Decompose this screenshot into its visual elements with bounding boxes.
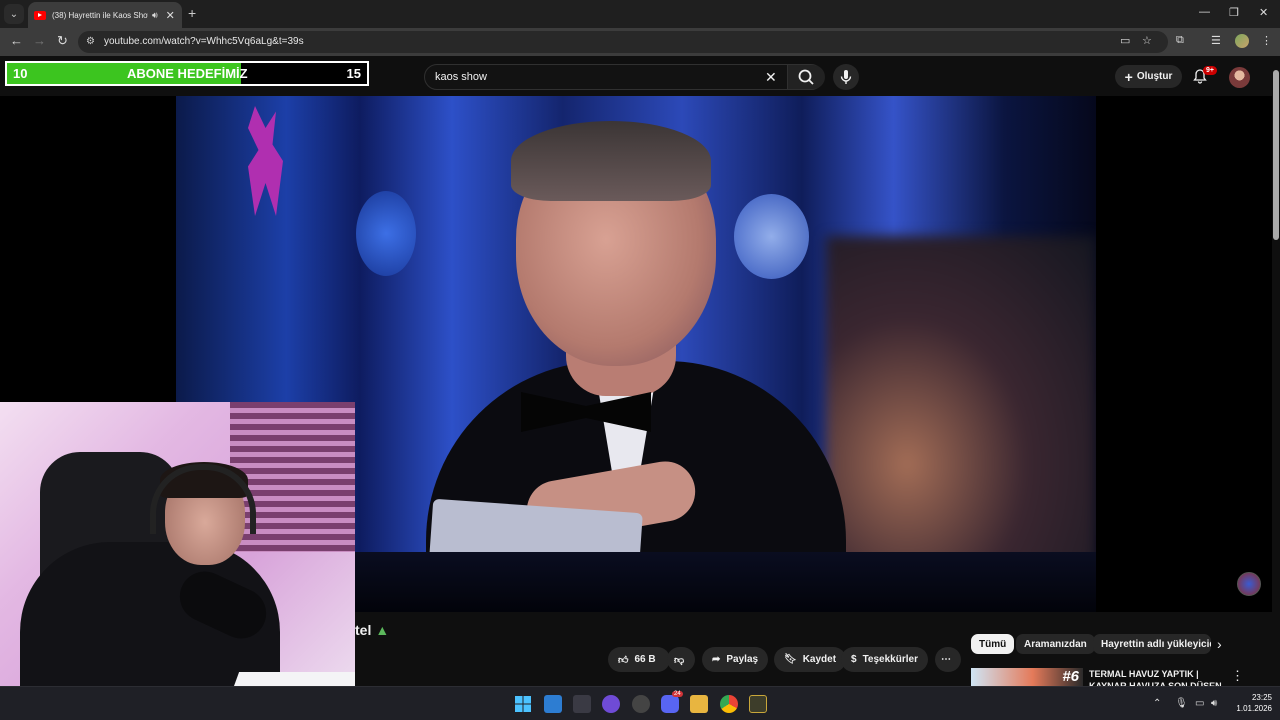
like-button[interactable]: 👍︎ 66 B [608, 647, 670, 672]
browser-menu-icon[interactable]: ⋮ [1261, 34, 1272, 47]
like-count: 66 B [634, 654, 656, 665]
host-hair [511, 121, 711, 201]
back-icon[interactable]: ← [10, 33, 23, 48]
super-thanks-icon: $ [851, 654, 857, 665]
recommended-menu-icon[interactable]: ⋮ [1231, 668, 1244, 684]
create-label: Oluştur [1136, 71, 1173, 82]
site-info-icon[interactable]: ⚙ [86, 36, 95, 47]
speaker-icon[interactable]: 🔊︎ [152, 10, 158, 21]
search-input[interactable]: kaos show [435, 71, 487, 83]
obs-icon[interactable] [632, 695, 650, 713]
more-horizontal-icon: ⋯ [941, 654, 951, 665]
windows-taskbar: 24 ⌃ 🎙︎ ▭ 🔊︎ 23:25 1.01.2026 [0, 686, 1280, 720]
close-window-icon[interactable]: ✕ [1259, 6, 1268, 19]
reload-icon[interactable]: ↻ [57, 33, 68, 49]
plus-icon: + [1124, 68, 1133, 85]
volume-icon[interactable]: 🔊︎ [1211, 698, 1217, 709]
cast-icon[interactable]: ▭ [1120, 34, 1130, 47]
browser-toolbar: ← → ↻ ⚙ youtube.com/watch?v=Whhc5Vq6aLg&… [0, 28, 1280, 56]
file-explorer-icon[interactable] [690, 695, 708, 713]
thanks-button[interactable]: $ Teşekkürler [841, 647, 928, 672]
minimize-icon[interactable]: — [1199, 6, 1210, 18]
goal-target: 15 [346, 66, 361, 81]
video-title-text: tel [355, 622, 372, 638]
forward-icon[interactable]: → [33, 33, 46, 48]
capcut-icon[interactable] [573, 695, 591, 713]
close-tab-icon[interactable]: ✕ [166, 9, 175, 22]
ornament-left [356, 191, 416, 276]
address-bar[interactable]: ⚙ youtube.com/watch?v=Whhc5Vq6aLg&t=39s [78, 31, 1168, 53]
system-clock[interactable]: 23:25 1.01.2026 [1228, 692, 1272, 714]
windows-start-icon[interactable] [514, 695, 532, 713]
ornament-right [734, 194, 809, 279]
chrome-icon[interactable] [720, 695, 738, 713]
chip-from-uploader[interactable]: Hayrettin adlı yükleyiciden [1093, 634, 1211, 654]
recommended-title[interactable]: TERMAL HAVUZ YAPTIK | KAYNAR HAVUZA SON … [1089, 668, 1229, 686]
tray-overflow-icon[interactable]: ⌃ [1153, 698, 1161, 709]
youtube-favicon-icon [34, 10, 46, 20]
scrollbar-thumb[interactable] [1273, 70, 1279, 240]
save-button[interactable]: 🔖︎ Kaydet [774, 647, 847, 672]
create-button[interactable]: + Oluştur [1115, 65, 1182, 88]
save-label: Kaydet [802, 654, 837, 665]
voice-search-button[interactable] [833, 64, 859, 90]
chip-all[interactable]: Tümü [971, 634, 1015, 654]
subscriber-goal-overlay: 10 ABONE HEDEFİMİZ 15 [5, 61, 369, 86]
game-launcher-icon[interactable] [749, 695, 767, 713]
clock-date: 1.01.2026 [1236, 704, 1272, 713]
goal-start: 10 [13, 66, 28, 81]
bookmark-star-icon[interactable]: ☆ [1142, 34, 1152, 47]
recommended-thumbnail[interactable]: #6 [971, 668, 1083, 686]
goal-label: ABONE HEDEFİMİZ [127, 66, 248, 81]
more-actions-button[interactable]: ⋯ [935, 647, 961, 672]
discord-badge: 24 [672, 691, 683, 697]
video-title: tel ▲ [355, 622, 389, 638]
thumbs-down-icon: 👎︎ [674, 654, 685, 666]
new-tab-icon[interactable]: + [188, 5, 196, 21]
tree-emoji-icon: ▲ [375, 622, 390, 638]
share-label: Paylaş [726, 654, 759, 665]
dislike-button[interactable]: 👎︎ [667, 647, 695, 672]
browser-tab-strip: ⌄ (38) Hayrettin ile Kaos Show 🔊︎ ✕ + — … [0, 0, 1280, 28]
thanks-label: Teşekkürler [862, 654, 918, 665]
share-icon: ➦ [712, 654, 721, 665]
outlook-icon[interactable] [544, 695, 562, 713]
tab-title: (38) Hayrettin ile Kaos Show [52, 10, 148, 20]
browser-tab-youtube[interactable]: (38) Hayrettin ile Kaos Show 🔊︎ ✕ [28, 2, 182, 28]
subscribe-watermark[interactable] [1237, 572, 1261, 596]
thumbs-up-icon: 👍︎ [618, 654, 629, 666]
search-box[interactable]: kaos show ✕ [424, 64, 825, 90]
app-diamond-icon[interactable] [602, 695, 620, 713]
reading-list-icon[interactable]: ☰ [1211, 34, 1221, 47]
chevron-right-icon[interactable]: › [1217, 636, 1222, 652]
search-button[interactable] [787, 65, 825, 89]
extensions-icon[interactable]: ⧉ [1176, 34, 1184, 47]
clock-time: 23:25 [1251, 693, 1272, 702]
chip-from-search[interactable]: Aramanızdan [1016, 634, 1095, 654]
account-avatar[interactable] [1229, 67, 1250, 88]
page-scrollbar[interactable] [1272, 56, 1280, 686]
clear-search-icon[interactable]: ✕ [765, 69, 777, 86]
search-icon [798, 69, 814, 85]
tab-search-button[interactable]: ⌄ [4, 4, 24, 24]
address-url[interactable]: youtube.com/watch?v=Whhc5Vq6aLg&t=39s [104, 36, 304, 47]
restore-icon[interactable]: ❐ [1229, 6, 1239, 19]
share-button[interactable]: ➦ Paylaş [702, 647, 769, 672]
network-icon[interactable]: ▭ [1195, 698, 1204, 709]
thumbnail-episode-number: #6 [1062, 668, 1079, 685]
streamer-webcam [0, 402, 355, 720]
chevron-down-icon: ⌄ [9, 8, 19, 20]
profile-avatar[interactable] [1235, 34, 1249, 48]
notification-badge: 9+ [1203, 66, 1217, 75]
youtube-header: 10 ABONE HEDEFİMİZ 15 kaos show ✕ + Oluş… [0, 56, 1280, 96]
video-info-area: tel ▲ 👍︎ 66 B 👎︎ ➦ Paylaş 🔖︎ Kaydet $ Teş… [355, 612, 1272, 686]
bookmark-icon: 🔖︎ [784, 654, 797, 665]
microphone-tray-icon[interactable]: 🎙︎ [1175, 698, 1188, 709]
reindeer-decoration [248, 106, 283, 216]
discord-icon[interactable] [661, 695, 679, 713]
microphone-icon [840, 70, 852, 84]
